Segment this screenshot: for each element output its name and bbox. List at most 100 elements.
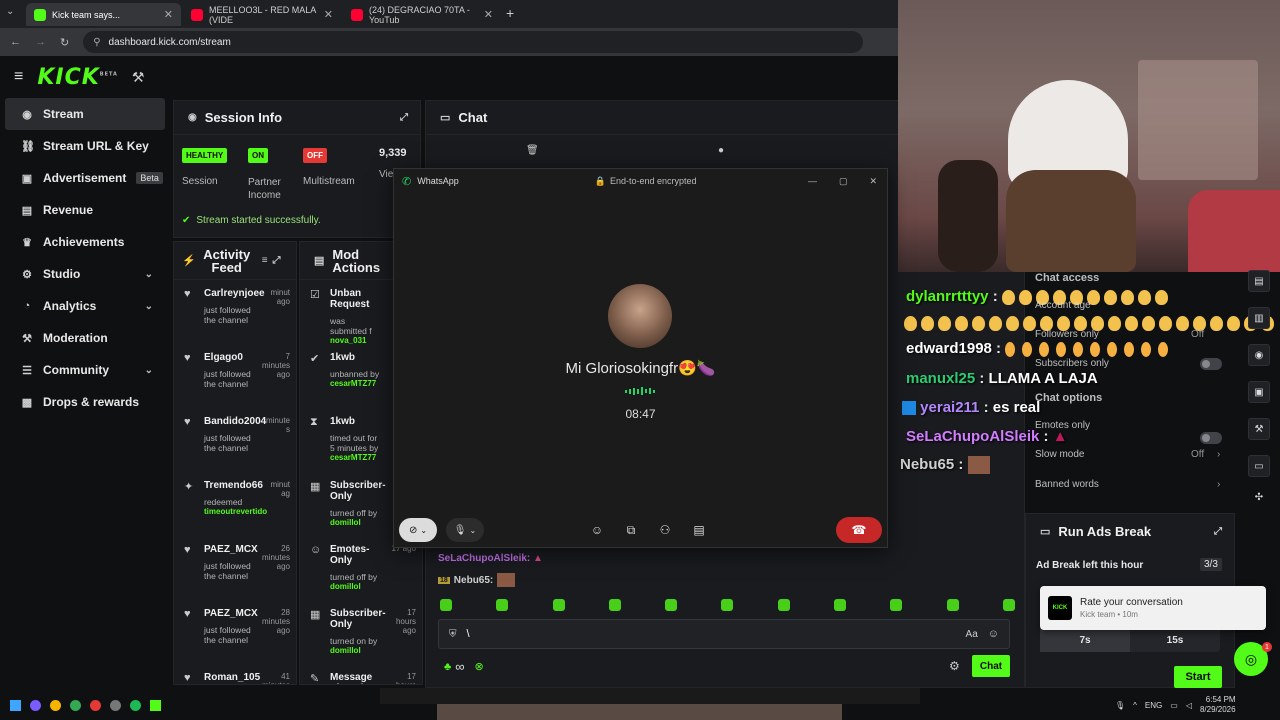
notes-icon[interactable]: ▤ xyxy=(1248,270,1270,292)
activity-item[interactable]: ✦ Tremendo66 redeemed timeoutrevertido minut… xyxy=(174,472,296,536)
filter-icon[interactable]: ≡ xyxy=(262,255,268,266)
site-info-icon[interactable]: ⚲ xyxy=(93,37,100,48)
chat-username[interactable]: SeLaChupoAlSleik: xyxy=(438,553,530,564)
sidebar-item-analytics[interactable]: ◔ Analytics ⌄ xyxy=(5,290,165,322)
toast-notification[interactable]: KICK Rate your conversation Kick team • … xyxy=(1040,586,1266,630)
kick-coin-icon[interactable]: ⊗ xyxy=(475,660,484,673)
chat-settings-gear-icon[interactable]: ⚙ xyxy=(949,659,960,673)
windows-start-icon[interactable] xyxy=(10,699,21,711)
language-indicator[interactable]: ENG xyxy=(1145,701,1162,710)
microphone-tray-icon[interactable]: 🎙 xyxy=(1115,701,1125,710)
spotify-icon[interactable] xyxy=(130,699,141,711)
chat-icon[interactable]: ▤ xyxy=(686,519,712,541)
sidebar-item-stream-url[interactable]: ⛓ Stream URL & Key xyxy=(5,130,165,162)
sidebar-item-moderation[interactable]: ⚒ Moderation xyxy=(5,322,165,354)
translate-icon[interactable]: Aa xyxy=(966,629,978,640)
emote-button[interactable] xyxy=(552,599,565,611)
menu-icon[interactable]: ≡ xyxy=(14,68,23,86)
reload-icon[interactable]: ↻ xyxy=(60,36,69,49)
url-field[interactable]: ⚲ dashboard.kick.com/stream xyxy=(83,31,864,53)
emote-button[interactable] xyxy=(440,599,452,611)
emote-button[interactable] xyxy=(1002,599,1015,611)
new-tab-button[interactable]: + xyxy=(506,5,514,21)
close-tab-icon[interactable]: ✕ xyxy=(484,8,493,21)
setting-label[interactable]: Account age xyxy=(1035,300,1091,311)
close-tab-icon[interactable]: ✕ xyxy=(164,8,173,21)
emote-button[interactable] xyxy=(946,599,959,611)
trash-icon[interactable]: 🗑 xyxy=(526,145,539,156)
emoji-icon[interactable]: ☺ xyxy=(988,628,999,640)
tab-youtube-2[interactable]: (24) DEGRACIAO 70TA - YouTub ✕ xyxy=(343,3,501,26)
item-user[interactable]: cesarMTZ77 xyxy=(330,453,380,462)
duration-option[interactable]: 7s xyxy=(1040,628,1130,652)
mod-action-item[interactable]: ✎ Message Pinned 17 hours xyxy=(300,664,422,684)
item-user[interactable]: nova_031 xyxy=(330,336,380,345)
maximize-icon[interactable]: ▢ xyxy=(839,176,848,187)
tools-icon[interactable]: ⚒ xyxy=(1248,418,1270,440)
emote-button[interactable] xyxy=(496,599,509,611)
volume-icon[interactable]: ◁ xyxy=(1186,701,1192,710)
layers-icon[interactable]: ▥ xyxy=(1248,307,1270,329)
obs-icon[interactable] xyxy=(110,699,121,711)
screen-icon[interactable]: ▣ xyxy=(1248,381,1270,403)
popout-icon[interactable]: ⤢ xyxy=(273,255,281,266)
speech-bubble-icon[interactable]: ● xyxy=(718,145,724,156)
tab-youtube-1[interactable]: MEELLOO3L - RED MALA (VIDE ✕ xyxy=(183,3,341,26)
points-icon[interactable]: ♣ xyxy=(444,661,451,673)
emote-button[interactable] xyxy=(834,599,847,611)
popout-icon[interactable]: ⤢ xyxy=(400,112,408,123)
end-call-button[interactable]: ☎ xyxy=(836,517,882,543)
chat-username[interactable]: Nebu65: xyxy=(454,575,493,586)
sidebar-item-drops[interactable]: ▩ Drops & rewards xyxy=(5,386,165,418)
setting-label[interactable]: Followers only xyxy=(1035,329,1099,340)
forward-icon[interactable]: → xyxy=(35,36,46,48)
sidebar-item-revenue[interactable]: ▤ Revenue xyxy=(5,194,165,226)
item-user[interactable]: timeoutrevertido xyxy=(204,507,267,516)
setting-label[interactable]: Banned words xyxy=(1035,479,1099,490)
sidebar-item-community[interactable]: ☰ Community ⌄ xyxy=(5,354,165,386)
emote-button[interactable] xyxy=(608,599,621,611)
mute-button[interactable]: 🎙 ⌄ xyxy=(446,518,484,542)
sidebar-item-stream[interactable]: ◉ Stream xyxy=(5,98,165,130)
activity-item[interactable]: ♥ Carlreynjoee just followed the channel mi… xyxy=(174,280,296,344)
chrome-icon[interactable] xyxy=(70,699,81,711)
record-icon[interactable]: ◉ xyxy=(1248,344,1270,366)
mod-action-item[interactable]: ▦ Subscriber-Only turned on by domillol 17 h… xyxy=(300,600,422,664)
emote-button[interactable] xyxy=(665,599,678,611)
tab-search-chevron-icon[interactable]: ⌄ xyxy=(6,6,14,17)
setting-label[interactable]: Slow mode xyxy=(1035,449,1084,460)
app-icon[interactable] xyxy=(30,699,41,711)
sidebar-item-studio[interactable]: ⚙ Studio ⌄ xyxy=(5,258,165,290)
send-chat-button[interactable]: Chat xyxy=(972,655,1010,677)
close-icon[interactable]: ✕ xyxy=(869,176,877,187)
app-icon[interactable] xyxy=(90,699,101,711)
clock[interactable]: 6:54 PM 8/29/2026 xyxy=(1200,695,1236,715)
emoji-icon[interactable]: ☺ xyxy=(584,519,610,541)
network-icon[interactable]: ▭ xyxy=(1170,701,1178,710)
back-icon[interactable]: ← xyxy=(10,36,21,48)
activity-item[interactable]: ♥ PAEZ_MCX just followed the channel 26 min… xyxy=(174,536,296,600)
sidebar-item-achievements[interactable]: ♛ Achievements xyxy=(5,226,165,258)
tab-kick[interactable]: Kick team says... ✕ xyxy=(26,3,181,26)
item-user[interactable]: domillol xyxy=(330,518,380,527)
kick-app-icon[interactable] xyxy=(150,699,161,711)
item-user[interactable]: domillol xyxy=(330,582,380,591)
emotes-only-toggle[interactable] xyxy=(1200,432,1222,444)
screen-share-icon[interactable]: ⧉ xyxy=(618,519,644,541)
subscribers-only-toggle[interactable] xyxy=(1200,358,1222,370)
minimize-icon[interactable]: — xyxy=(808,176,817,186)
add-participant-icon[interactable]: ⚇ xyxy=(652,519,678,541)
sidebar-item-advertisement[interactable]: ▣ Advertisement Beta xyxy=(5,162,165,194)
emote-button[interactable] xyxy=(721,599,734,611)
tray-expand-icon[interactable]: ^ xyxy=(1133,701,1137,710)
puzzle-icon[interactable]: ✣ xyxy=(1255,492,1263,503)
start-ad-button[interactable]: Start xyxy=(1174,666,1222,688)
activity-item[interactable]: ♥ PAEZ_MCX just followed the channel 28 min… xyxy=(174,600,296,664)
item-user[interactable]: cesarMTZ77 xyxy=(330,379,380,388)
item-user[interactable]: domillol xyxy=(330,646,380,655)
activity-item[interactable]: ♥ Elgago0 just followed the channel 7 minut… xyxy=(174,344,296,408)
emote-button[interactable] xyxy=(777,599,790,611)
emote-button[interactable] xyxy=(890,599,903,611)
chat-input[interactable]: ⛨ \ Aa ☺ xyxy=(438,619,1010,649)
kick-logo[interactable]: KICKBETA xyxy=(37,65,118,90)
